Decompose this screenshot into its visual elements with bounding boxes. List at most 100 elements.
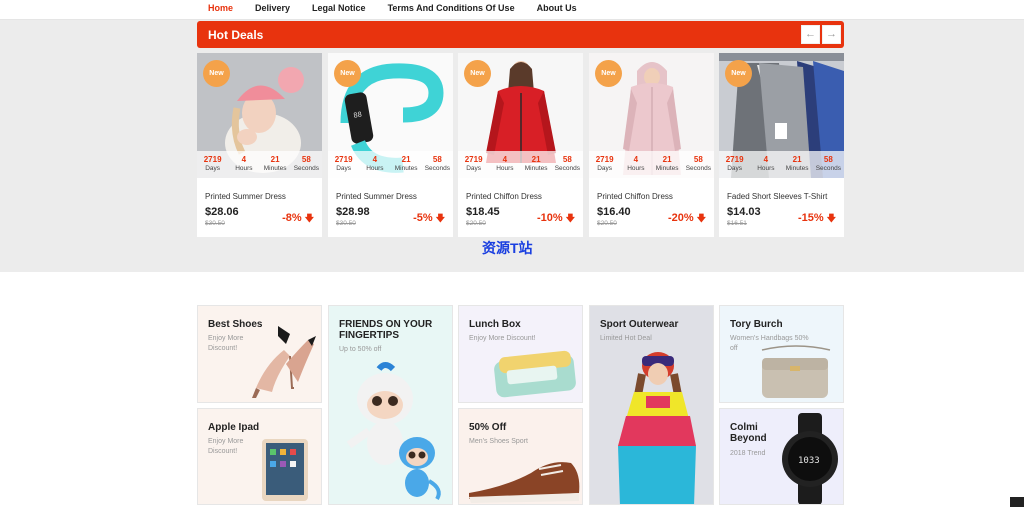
discount-value: -20%: [667, 212, 694, 224]
old-price: $30.50: [205, 220, 225, 227]
minutes-value: 21: [792, 155, 802, 164]
discount-badge: -5% 🡇: [413, 211, 445, 227]
nav-about-us[interactable]: About Us: [537, 3, 577, 13]
hours-value: 4: [633, 155, 639, 164]
hours-label: Hours: [627, 165, 645, 172]
product-card[interactable]: New 2719 Days 4 Hours 21 Minutes 58 Seconds …: [589, 53, 714, 237]
watermark-text: 资源T站: [482, 240, 533, 256]
product-price: $28.06: [205, 206, 239, 218]
tile-subtitle: Enjoy More Discount!: [469, 335, 536, 342]
product-price: $14.03: [727, 206, 761, 218]
seconds-label: Seconds: [293, 165, 320, 172]
next-arrow-icon[interactable]: →: [822, 25, 841, 44]
nav-delivery[interactable]: Delivery: [255, 3, 290, 13]
hours-value: 4: [372, 155, 378, 164]
new-badge: New: [725, 60, 752, 87]
category-tile-lunch-box[interactable]: Lunch Box Enjoy More Discount!: [458, 305, 583, 403]
svg-text:1033: 1033: [798, 456, 820, 466]
discount-badge: -8% 🡇: [282, 211, 314, 227]
minutes-value: 21: [401, 155, 411, 164]
handbag-photo: [761, 345, 831, 398]
days-value: 2719: [334, 155, 353, 164]
arrow-down-icon: 🡇: [435, 213, 445, 223]
tile-subtitle: Limited Hot Deal: [600, 335, 652, 342]
new-badge: New: [464, 60, 491, 87]
tile-title: Sport Outerwear: [600, 319, 679, 330]
nav-legal-notice[interactable]: Legal Notice: [312, 3, 366, 13]
category-tile-50-off[interactable]: 50% Off Men's Shoes Sport: [458, 408, 583, 505]
days-label: Days: [727, 165, 743, 172]
days-value: 2719: [464, 155, 483, 164]
nav-home[interactable]: Home: [208, 3, 233, 13]
tile-title: FRIENDS ON YOUR FINGERTIPS: [339, 319, 433, 341]
tile-title: Colmi Beyond: [730, 422, 767, 444]
days-value: 2719: [725, 155, 744, 164]
svg-text:88: 88: [353, 111, 363, 120]
category-tile-colmi-beyond[interactable]: Colmi Beyond 2018 Trend 1033: [719, 408, 844, 505]
category-tile-tory-burch[interactable]: Tory Burch Women's Handbags 50% off: [719, 305, 844, 403]
discount-value: -8%: [282, 212, 302, 224]
discount-badge: -10% 🡇: [537, 211, 575, 227]
tile-subtitle: Enjoy More Discount!: [208, 438, 244, 455]
seconds-value: 58: [693, 155, 703, 164]
product-name[interactable]: Printed Chiffon Dress: [597, 192, 673, 201]
product-price: $16.40: [597, 206, 631, 218]
heels-photo: [252, 326, 316, 398]
days-value: 2719: [203, 155, 222, 164]
discount-badge: -20% 🡇: [668, 211, 706, 227]
seconds-label: Seconds: [424, 165, 451, 172]
hours-value: 4: [763, 155, 769, 164]
minutes-label: Minutes: [394, 165, 418, 172]
old-price: $20.50: [466, 220, 486, 227]
tile-title: 50% Off: [469, 422, 507, 433]
countdown-timer: 2719 Days 4 Hours 21 Minutes 58 Seconds: [328, 151, 453, 178]
old-price: $16.51: [727, 220, 747, 227]
category-tile-apple-ipad[interactable]: Apple Ipad Enjoy More Discount!: [197, 408, 322, 505]
tile-title: Apple Ipad: [208, 422, 260, 433]
arrow-down-icon: 🡇: [826, 213, 836, 223]
minutes-label: Minutes: [655, 165, 679, 172]
product-name[interactable]: Printed Summer Dress: [336, 192, 417, 201]
product-card[interactable]: New 2719 Days 4 Hours 21 Minutes 58 Seconds …: [719, 53, 844, 237]
arrow-down-icon: 🡇: [565, 213, 575, 223]
lunch-box-photo: [494, 350, 576, 398]
product-name[interactable]: Printed Chiffon Dress: [466, 192, 542, 201]
discount-value: -15%: [797, 212, 824, 224]
minutes-value: 21: [531, 155, 541, 164]
hot-deals-header: Hot Deals ← →: [197, 21, 844, 48]
category-tile-sport-outerwear[interactable]: Sport Outerwear Limited Hot Deal: [589, 305, 714, 505]
category-tile-fingertips[interactable]: FRIENDS ON YOUR FINGERTIPS Up to 50% off: [328, 305, 453, 505]
seconds-value: 58: [823, 155, 833, 164]
seconds-label: Seconds: [554, 165, 581, 172]
seconds-value: 58: [562, 155, 572, 164]
product-name[interactable]: Faded Short Sleeves T-Shirt: [727, 192, 827, 201]
product-price: $18.45: [466, 206, 500, 218]
days-label: Days: [466, 165, 482, 172]
minutes-value: 21: [270, 155, 280, 164]
product-name[interactable]: Printed Summer Dress: [205, 192, 286, 201]
hot-deals-title: Hot Deals: [208, 28, 264, 42]
tile-subtitle: Men's Shoes Sport: [469, 438, 528, 445]
days-label: Days: [336, 165, 352, 172]
smartwatch-photo: 1033: [782, 413, 838, 504]
product-card[interactable]: New 2719 Days 4 Hours 21 Minutes 58 Seconds …: [197, 53, 322, 237]
tile-subtitle: Up to 50% off: [339, 346, 382, 353]
discount-value: -5%: [413, 212, 433, 224]
category-tile-best-shoes[interactable]: Best Shoes Enjoy More Discount!: [197, 305, 322, 403]
nav-terms[interactable]: Terms And Conditions Of Use: [388, 3, 515, 13]
seconds-label: Seconds: [685, 165, 712, 172]
hours-value: 4: [502, 155, 508, 164]
discount-value: -10%: [536, 212, 563, 224]
product-price: $28.98: [336, 206, 370, 218]
arrow-down-icon: 🡇: [696, 213, 706, 223]
arrow-down-icon: 🡇: [304, 213, 314, 223]
countdown-timer: 2719 Days 4 Hours 21 Minutes 58 Seconds: [589, 151, 714, 178]
tile-title: Tory Burch: [730, 319, 783, 330]
scroll-corner: [1010, 497, 1024, 507]
prev-arrow-icon[interactable]: ←: [801, 25, 820, 44]
product-card[interactable]: New 2719 Days 4 Hours 21 Minutes 58 Seconds …: [458, 53, 583, 237]
brown-shoe-photo: [469, 462, 580, 503]
seconds-value: 58: [432, 155, 442, 164]
product-card[interactable]: 88 New 2719 Days 4 Hours 21 Minutes 58 Secon…: [328, 53, 453, 237]
hours-label: Hours: [496, 165, 514, 172]
